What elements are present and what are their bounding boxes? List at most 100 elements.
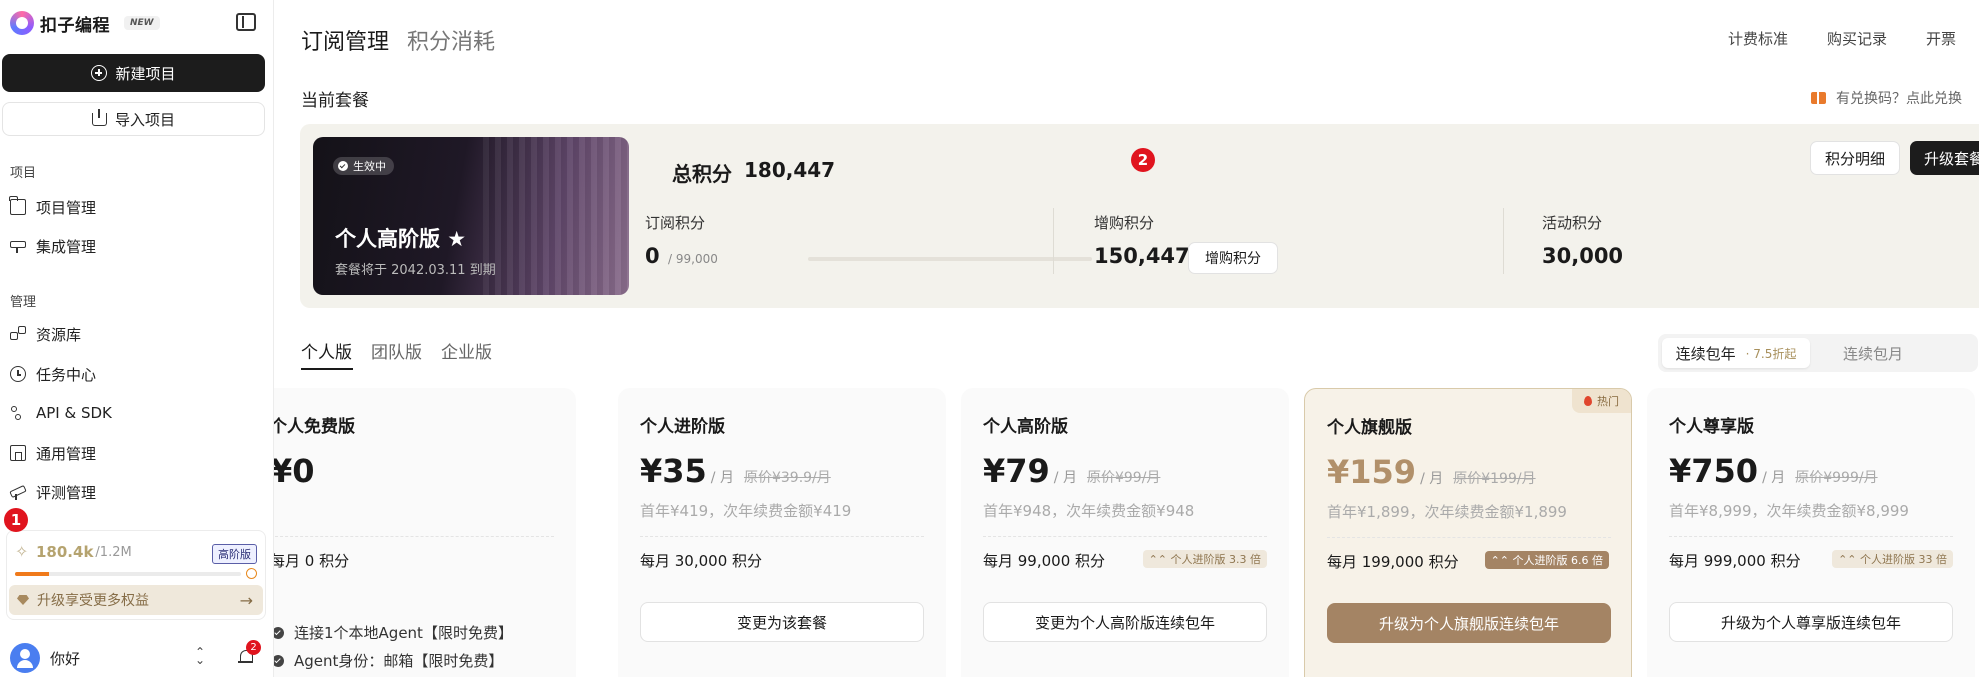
plan-card-price: ¥35/ 月原价¥39.9/月 (640, 452, 831, 490)
user-name: 你好 (50, 649, 81, 668)
hot-badge: 热门 (1572, 389, 1631, 413)
plan-card-price: ¥79/ 月原价¥99/月 (983, 452, 1161, 490)
total-credits-label: 总积分 (672, 162, 732, 186)
yearly-discount: · 7.5折起 (1745, 346, 1797, 361)
sidebar-item-api-sdk[interactable]: API & SDK (10, 401, 112, 425)
upgrade-plan-button[interactable]: 升级套餐 (1910, 141, 1979, 175)
change-plan-button[interactable]: 变更为该套餐 (640, 602, 924, 642)
new-badge: NEW (124, 16, 160, 30)
link-invoice[interactable]: 开票 (1926, 28, 1956, 49)
plan-card-free: 个人免费版 ¥0 每月 0 积分 连接1个本地Agent【限时免费】 Agent… (274, 388, 576, 677)
brand[interactable]: 扣子编程 NEW (10, 11, 160, 36)
multiplier-badge: ⌃⌃ 个人进阶版 33 倍 (1832, 550, 1953, 568)
tab-credit-consumption[interactable]: 积分消耗 (407, 24, 495, 56)
brand-name: 扣子编程 (40, 15, 110, 36)
plan-card-name: 个人高阶版 (983, 417, 1068, 437)
annotation-marker-2: 2 (1131, 148, 1155, 172)
sidebar-item-evaluation-management[interactable]: 评测管理 (10, 480, 96, 504)
change-plan-button[interactable]: 变更为个人高阶版连续包年 (983, 602, 1267, 642)
total-credits-value: 180,447 (744, 158, 836, 182)
feature-item: Agent身份：邮箱【限时免费】 (274, 650, 503, 671)
upgrade-benefits-button[interactable]: 升级享受更多权益 → (9, 585, 263, 615)
arrow-right-icon: → (239, 591, 253, 610)
link-purchase-records[interactable]: 购买记录 (1827, 28, 1887, 49)
current-plan-title: 当前套餐 (301, 91, 369, 111)
plan-card-name: 个人尊享版 (1669, 417, 1754, 437)
feature-item: 连接1个本地Agent【限时免费】 (274, 622, 513, 643)
share-nodes-icon (10, 405, 26, 421)
billing-cycle-toggle: 连续包年 · 7.5折起 连续包月 (1658, 334, 1978, 372)
sidebar-item-label: API & SDK (36, 404, 112, 422)
sidebar-item-task-center[interactable]: 任务中心 (10, 362, 96, 386)
sidebar-item-integration-management[interactable]: 集成管理 (10, 234, 96, 258)
billing-monthly-option[interactable]: 连续包月 (1843, 343, 1903, 364)
sidebar-item-label: 集成管理 (36, 237, 97, 256)
current-plan-card: 生效中 个人高阶版 ★ 套餐将于 2042.03.11 到期 (313, 137, 629, 295)
brand-logo-icon (10, 11, 34, 35)
plan-card-advanced: 个人进阶版 ¥35/ 月原价¥39.9/月 首年¥419，次年续费金额¥419 … (618, 388, 946, 677)
store-icon (10, 445, 26, 461)
subscription-credits-value: 0 (645, 244, 660, 268)
section-label-manage: 管理 (10, 295, 37, 310)
plan-card-price: ¥159/ 月原价¥199/月 (1327, 453, 1536, 491)
sidebar-item-label: 通用管理 (36, 444, 97, 463)
purchased-credits-value: 150,447 (1094, 244, 1190, 268)
billing-yearly-option[interactable]: 连续包年 · 7.5折起 (1662, 338, 1810, 368)
activity-credits-label: 活动积分 (1542, 214, 1603, 232)
active-tab-indicator (301, 368, 353, 370)
plan-card-renewal: 首年¥948，次年续费金额¥948 (983, 502, 1195, 520)
upgrade-plan-card-button[interactable]: 升级为个人尊享版连续包年 (1669, 602, 1953, 642)
chevron-up-down-icon[interactable]: ⌃ ⌄ (195, 646, 205, 666)
plan-card-credits: 每月 0 积分 (274, 552, 350, 570)
buy-credits-button[interactable]: 增购积分 (1188, 242, 1278, 274)
sidebar-item-label: 项目管理 (36, 198, 97, 217)
purchased-credits-label: 增购积分 (1094, 214, 1155, 232)
billing-yearly-label: 连续包年 (1675, 344, 1736, 363)
plan-card-renewal: 首年¥1,899，次年续费金额¥1,899 (1327, 503, 1567, 521)
tab-enterprise[interactable]: 企业版 (441, 338, 492, 363)
import-project-button[interactable]: 导入项目 (2, 102, 265, 136)
plan-card-renewal: 首年¥419，次年续费金额¥419 (640, 502, 852, 520)
credit-details-button[interactable]: 积分明细 (1810, 141, 1900, 175)
check-icon (274, 654, 284, 667)
status-badge: 生效中 (333, 157, 394, 175)
sidebar-item-resource-library[interactable]: 资源库 (10, 322, 81, 346)
redeem-code-link[interactable]: 有兑换码？点此兑换 (1811, 88, 1962, 108)
subscription-credits-max: / 99,000 (668, 252, 718, 266)
import-project-label: 导入项目 (114, 110, 175, 129)
plan-card-credits: 每月 999,000 积分 (1669, 552, 1801, 570)
upgrade-benefits-label: 升级享受更多权益 (37, 593, 149, 609)
plan-card-exclusive: 个人尊享版 ¥750/ 月原价¥999/月 首年¥8,999，次年续费金额¥8,… (1647, 388, 1975, 677)
blocks-icon (10, 326, 26, 342)
plan-card-flagship: 热门 个人旗舰版 ¥159/ 月原价¥199/月 首年¥1,899，次年续费金额… (1304, 388, 1632, 677)
sidebar-toggle-icon[interactable] (236, 13, 256, 31)
link-billing-standard[interactable]: 计费标准 (1728, 28, 1788, 49)
subscription-credits-label: 订阅积分 (645, 214, 706, 232)
gift-icon (1811, 92, 1826, 104)
usage-progress-bar (15, 572, 241, 576)
usage-limit: /1.2M (95, 544, 132, 560)
usage-card[interactable]: ✧ 180.4k /1.2M 高阶版 升级享受更多权益 → (6, 530, 266, 620)
status-text: 生效中 (353, 160, 386, 173)
user-menu[interactable]: 你好 ⌃ ⌄ 2 (10, 640, 262, 675)
tab-subscription-management[interactable]: 订阅管理 (301, 24, 389, 56)
section-label-projects: 项目 (10, 166, 37, 181)
tab-personal[interactable]: 个人版 (301, 338, 352, 363)
plan-card-renewal: 首年¥8,999，次年续费金额¥8,999 (1669, 502, 1909, 520)
sidebar-item-project-management[interactable]: 项目管理 (9, 195, 97, 219)
current-plan-name: 个人高阶版 ★ (335, 227, 467, 251)
avatar[interactable] (10, 643, 40, 673)
new-project-button[interactable]: 新建项目 (2, 54, 265, 92)
current-plan-panel: 生效中 个人高阶版 ★ 套餐将于 2042.03.11 到期 总积分 180,4… (300, 124, 1979, 308)
annotation-marker-1: 1 (4, 508, 28, 532)
sidebar-item-general-management[interactable]: 通用管理 (10, 441, 96, 465)
sidebar-item-label: 任务中心 (36, 365, 97, 384)
upgrade-plan-card-button[interactable]: 升级为个人旗舰版连续包年 (1327, 603, 1611, 643)
folder-icon (9, 196, 26, 215)
tab-team[interactable]: 团队版 (371, 338, 422, 363)
redeem-code-label: 有兑换码？点此兑换 (1836, 91, 1962, 107)
plan-card-price: ¥750/ 月原价¥999/月 (1669, 452, 1878, 490)
sidebar: 扣子编程 NEW 新建项目 导入项目 项目 项目管理 集成管理 管理 资源库 任 (0, 0, 274, 677)
main-content: 订阅管理 积分消耗 计费标准 购买记录 开票 当前套餐 有兑换码？点此兑换 生效… (274, 0, 1979, 677)
plug-icon (10, 238, 26, 254)
